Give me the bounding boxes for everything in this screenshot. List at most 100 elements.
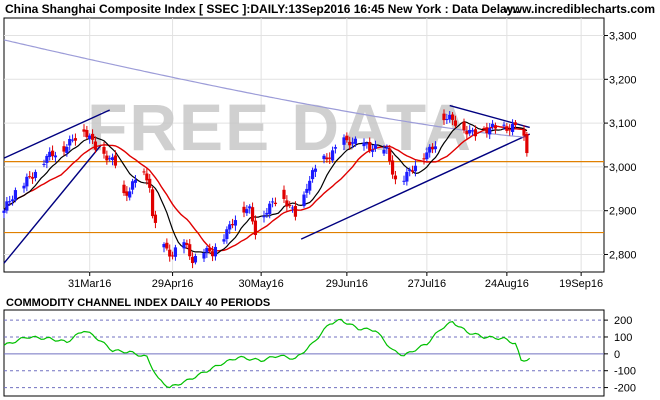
candle-body xyxy=(53,155,58,158)
candle-body xyxy=(110,157,115,160)
candle-body xyxy=(422,158,426,160)
candle-body xyxy=(382,149,386,154)
candle-body xyxy=(88,135,92,139)
x-tick-label: 27Jul16 xyxy=(408,278,447,290)
candle-body xyxy=(505,126,509,131)
candle-body xyxy=(233,220,238,226)
candle-body xyxy=(105,155,109,161)
candle-body xyxy=(368,142,372,151)
candle-body xyxy=(128,191,132,198)
candle-body xyxy=(510,123,515,132)
candle-body xyxy=(342,137,346,145)
y-tick-label: 3,300 xyxy=(609,31,637,43)
y-axis-ticks: 2,800 2,900 3,000 3,100 3,200 3,300 xyxy=(604,31,637,261)
candle-body xyxy=(413,165,418,172)
candle-body xyxy=(65,146,69,154)
candle-body xyxy=(150,189,155,217)
candle-body xyxy=(162,244,166,248)
candle-body xyxy=(302,194,306,207)
candle-body xyxy=(365,143,369,145)
x-tick-label: 29Jun16 xyxy=(326,278,368,290)
cci-title: COMMODITY CHANNEL INDEX DAILY 40 PERIODS xyxy=(6,297,270,309)
candle-body xyxy=(242,206,246,213)
candle-body xyxy=(68,139,72,146)
candle-body xyxy=(245,209,249,214)
candle-body xyxy=(348,141,352,146)
candle-body xyxy=(385,147,389,149)
site-url[interactable]: www.incrediblecharts.com xyxy=(502,2,655,16)
y-tick-label: 3,000 xyxy=(609,162,637,174)
cci-y-tick-label: 100 xyxy=(614,332,632,344)
candle-body xyxy=(410,170,415,172)
candle-body xyxy=(285,200,289,207)
candle-body xyxy=(362,142,366,147)
stock-chart: China Shanghai Composite Index [ SSEC ]:… xyxy=(2,2,655,397)
candle-body xyxy=(8,201,12,203)
candle-body xyxy=(428,146,432,153)
candle-body xyxy=(322,155,326,160)
x-tick-label: 19Sep16 xyxy=(559,278,603,290)
y-tick-label: 2,900 xyxy=(609,206,637,218)
candle-body xyxy=(465,130,469,135)
candle-body xyxy=(262,215,266,218)
candle-body xyxy=(470,130,475,132)
candle-body xyxy=(13,190,18,200)
candle-body xyxy=(82,129,86,132)
candle-body xyxy=(25,176,29,187)
candle-body xyxy=(450,114,455,120)
candle-body xyxy=(493,125,498,129)
candle-body xyxy=(433,146,438,150)
candle-body xyxy=(50,150,55,157)
candle-body xyxy=(405,171,409,182)
candle-body xyxy=(45,155,49,163)
candle-body xyxy=(448,114,452,120)
candle-body xyxy=(5,201,9,211)
candle-body xyxy=(108,158,112,160)
candle-body xyxy=(313,168,318,172)
candle-body xyxy=(250,207,255,222)
chart-title: China Shanghai Composite Index [ SSEC ]:… xyxy=(5,2,519,16)
candle-body xyxy=(468,129,472,134)
candle-body xyxy=(102,146,106,154)
cci-y-tick-label: -100 xyxy=(614,366,636,378)
candle-body xyxy=(473,129,478,137)
candle-body xyxy=(265,212,269,215)
candle-body xyxy=(62,146,66,152)
candle-body xyxy=(193,255,198,263)
candle-body xyxy=(462,121,466,131)
price-panel: FREE DATA 31Mar16 29Apr16 30May16 29Jun16 27… xyxy=(2,17,637,290)
candle-body xyxy=(305,188,309,193)
cci-panel: COMMODITY CHANNEL INDEX DAILY 40 PERIODS… xyxy=(3,295,636,397)
candle-body xyxy=(293,205,298,217)
candle-body xyxy=(393,175,398,180)
candle-body xyxy=(453,120,458,126)
candle-body xyxy=(525,133,529,154)
candle-body xyxy=(310,170,315,180)
candle-body xyxy=(165,242,169,249)
candle-body xyxy=(273,202,278,205)
candle-body xyxy=(208,248,212,252)
candle-body xyxy=(153,214,158,223)
candle-body xyxy=(522,129,526,136)
candle-body xyxy=(148,178,152,188)
candle-body xyxy=(502,124,506,126)
candle-body xyxy=(145,173,149,181)
candle-body xyxy=(85,130,89,138)
cci-y-axis-ticks: 200 100 0 -100 -200 xyxy=(604,315,636,395)
candle-body xyxy=(42,163,46,165)
candle-body xyxy=(10,199,15,201)
candle-body xyxy=(90,133,95,140)
candle-body xyxy=(408,169,412,172)
candle-body xyxy=(330,150,335,161)
candle-body xyxy=(230,224,235,226)
candle-body xyxy=(282,189,286,199)
candle-body xyxy=(28,176,32,178)
candle-body xyxy=(173,247,178,257)
candle-body xyxy=(425,152,429,160)
candle-body xyxy=(268,203,272,215)
candle-body xyxy=(248,206,252,209)
candle-body xyxy=(445,119,449,121)
candle-body xyxy=(182,242,186,249)
cci-y-tick-label: 0 xyxy=(614,349,620,361)
x-tick-label: 31Mar16 xyxy=(68,278,111,290)
